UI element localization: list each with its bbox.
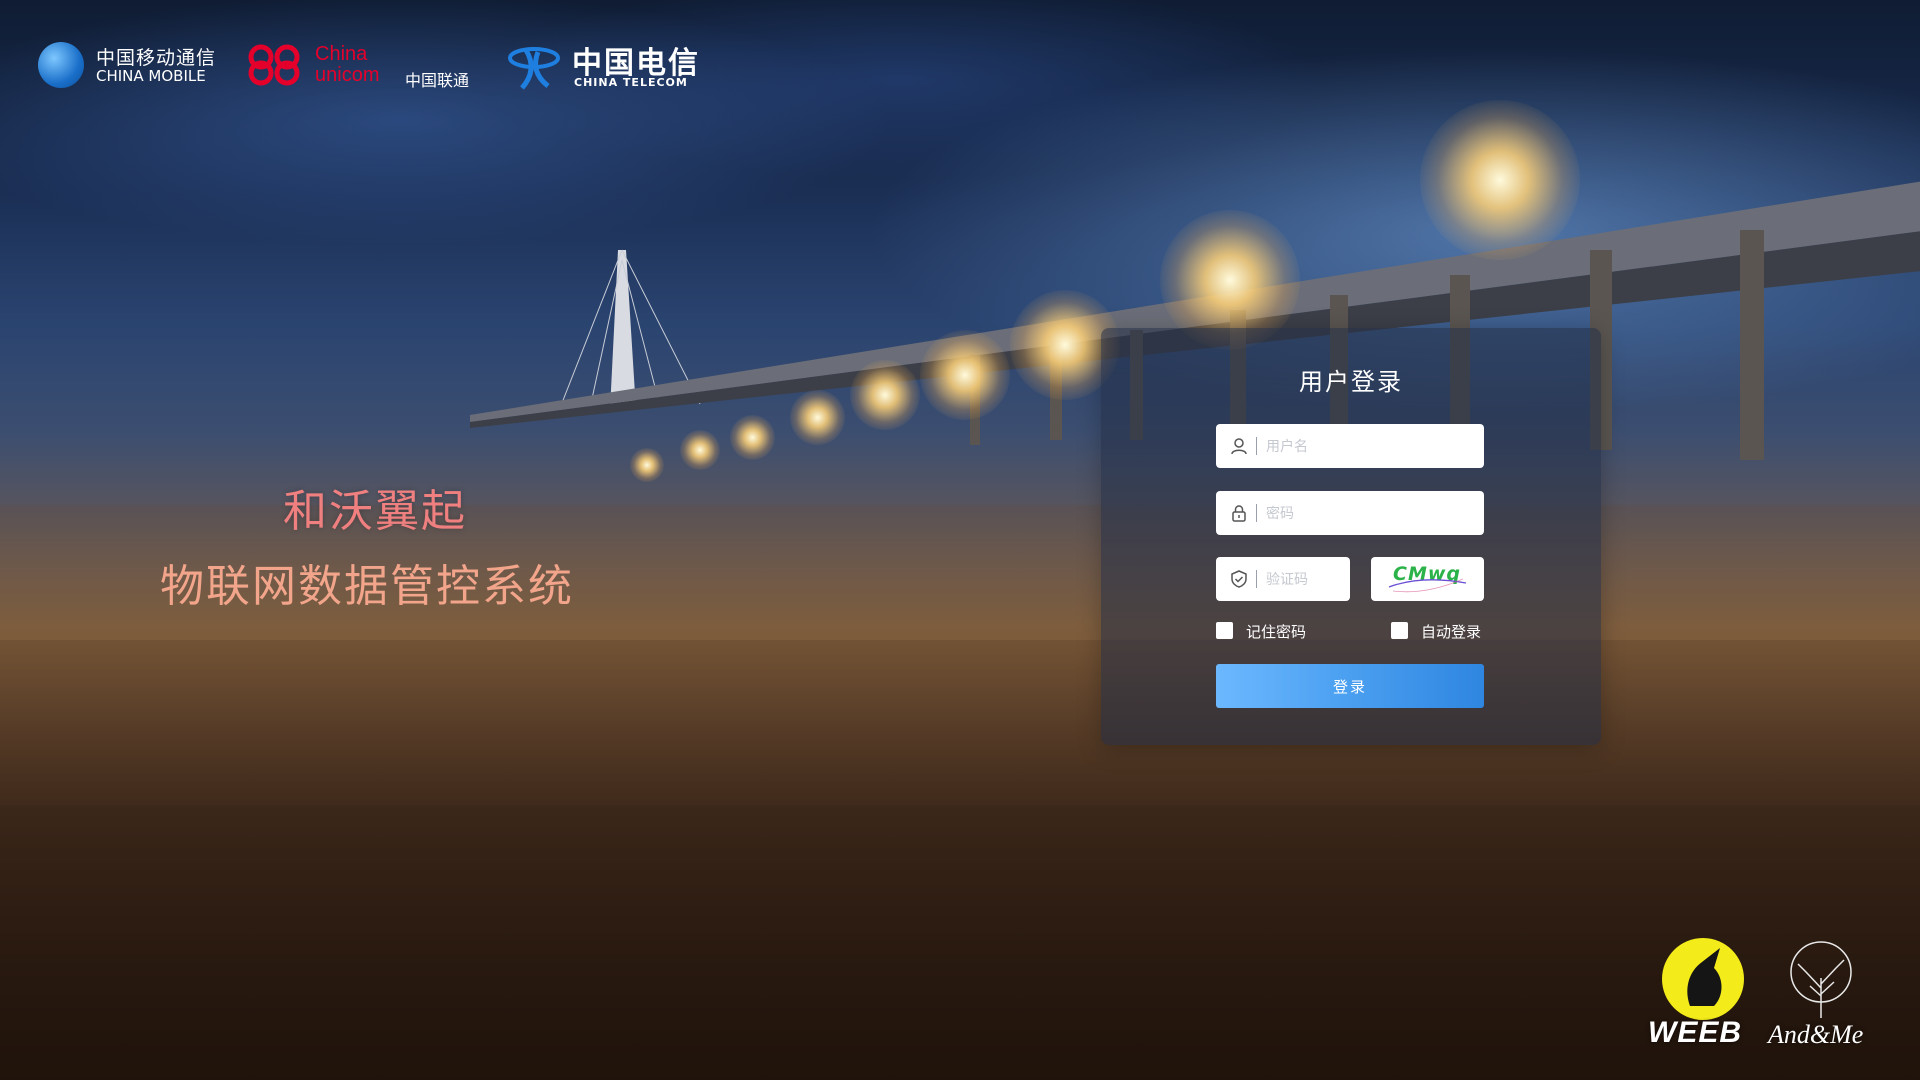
login-button[interactable]: 登录 (1216, 664, 1484, 708)
field-separator (1256, 437, 1257, 455)
password-field[interactable] (1216, 491, 1484, 537)
tree-head-icon (1790, 941, 1852, 1018)
china-telecom-mark-icon (508, 47, 560, 90)
username-input[interactable] (1264, 424, 1478, 470)
headline-system-name: 物联网数据管控系统 (160, 561, 574, 612)
china-unicom-knot-icon (248, 44, 300, 86)
auto-login-label: 自动登录 (1421, 623, 1482, 641)
field-separator (1256, 504, 1257, 522)
unicorn-emblem-icon (1662, 938, 1744, 1020)
weeb-text: WEEB (1648, 1016, 1742, 1049)
street-lamp-glow (630, 448, 664, 482)
captcha-input[interactable] (1264, 557, 1348, 603)
china-unicom-logo: China unicom 中国联通 (245, 40, 490, 92)
password-input[interactable] (1264, 491, 1478, 537)
login-panel: 用户登录 CMwq 记住密码 (1101, 328, 1601, 745)
user-icon (1231, 438, 1247, 455)
captcha-field[interactable] (1216, 557, 1350, 603)
background-scene (0, 0, 1920, 1080)
andme-logo: And&Me (1768, 938, 1898, 1058)
street-lamp-glow (730, 415, 775, 460)
remember-password-checkbox[interactable]: 记住密码 (1216, 621, 1326, 641)
checkbox-box[interactable] (1391, 622, 1408, 639)
login-title: 用户登录 (1299, 368, 1403, 396)
remember-password-label: 记住密码 (1246, 623, 1307, 641)
street-lamp-glow (920, 330, 1010, 420)
china-mobile-emblem-icon (38, 42, 84, 88)
checkbox-box[interactable] (1216, 622, 1233, 639)
field-separator (1256, 570, 1257, 588)
weeb-logo: WEEB (1648, 938, 1788, 1058)
china-telecom-logo: 中国电信 CHINA TELECOM (508, 38, 698, 94)
username-field[interactable] (1216, 424, 1484, 470)
lock-icon (1232, 505, 1246, 522)
auto-login-checkbox[interactable]: 自动登录 (1391, 621, 1501, 641)
china-mobile-logo: 中国移动通信 CHINA MOBILE (38, 40, 228, 92)
china-mobile-cn: 中国移动通信 (96, 47, 217, 69)
captcha-noise-line (1388, 578, 1467, 593)
captcha-image[interactable]: CMwq (1371, 557, 1484, 601)
china-unicom-line1: China (315, 43, 368, 65)
shield-icon (1231, 570, 1247, 588)
street-lamp-glow (850, 360, 920, 430)
china-unicom-line2: unicom (315, 64, 380, 86)
headline-brand: 和沃翼起 (283, 486, 467, 537)
andme-text: And&Me (1768, 1020, 1864, 1049)
street-lamp-glow (1420, 100, 1580, 260)
china-mobile-en: CHINA MOBILE (96, 67, 206, 85)
china-telecom-en: CHINA TELECOM (574, 76, 688, 89)
china-unicom-cn: 中国联通 (405, 71, 470, 90)
street-lamp-glow (790, 390, 845, 445)
rocks-foreground (0, 640, 1920, 1080)
street-lamp-glow (680, 430, 720, 470)
